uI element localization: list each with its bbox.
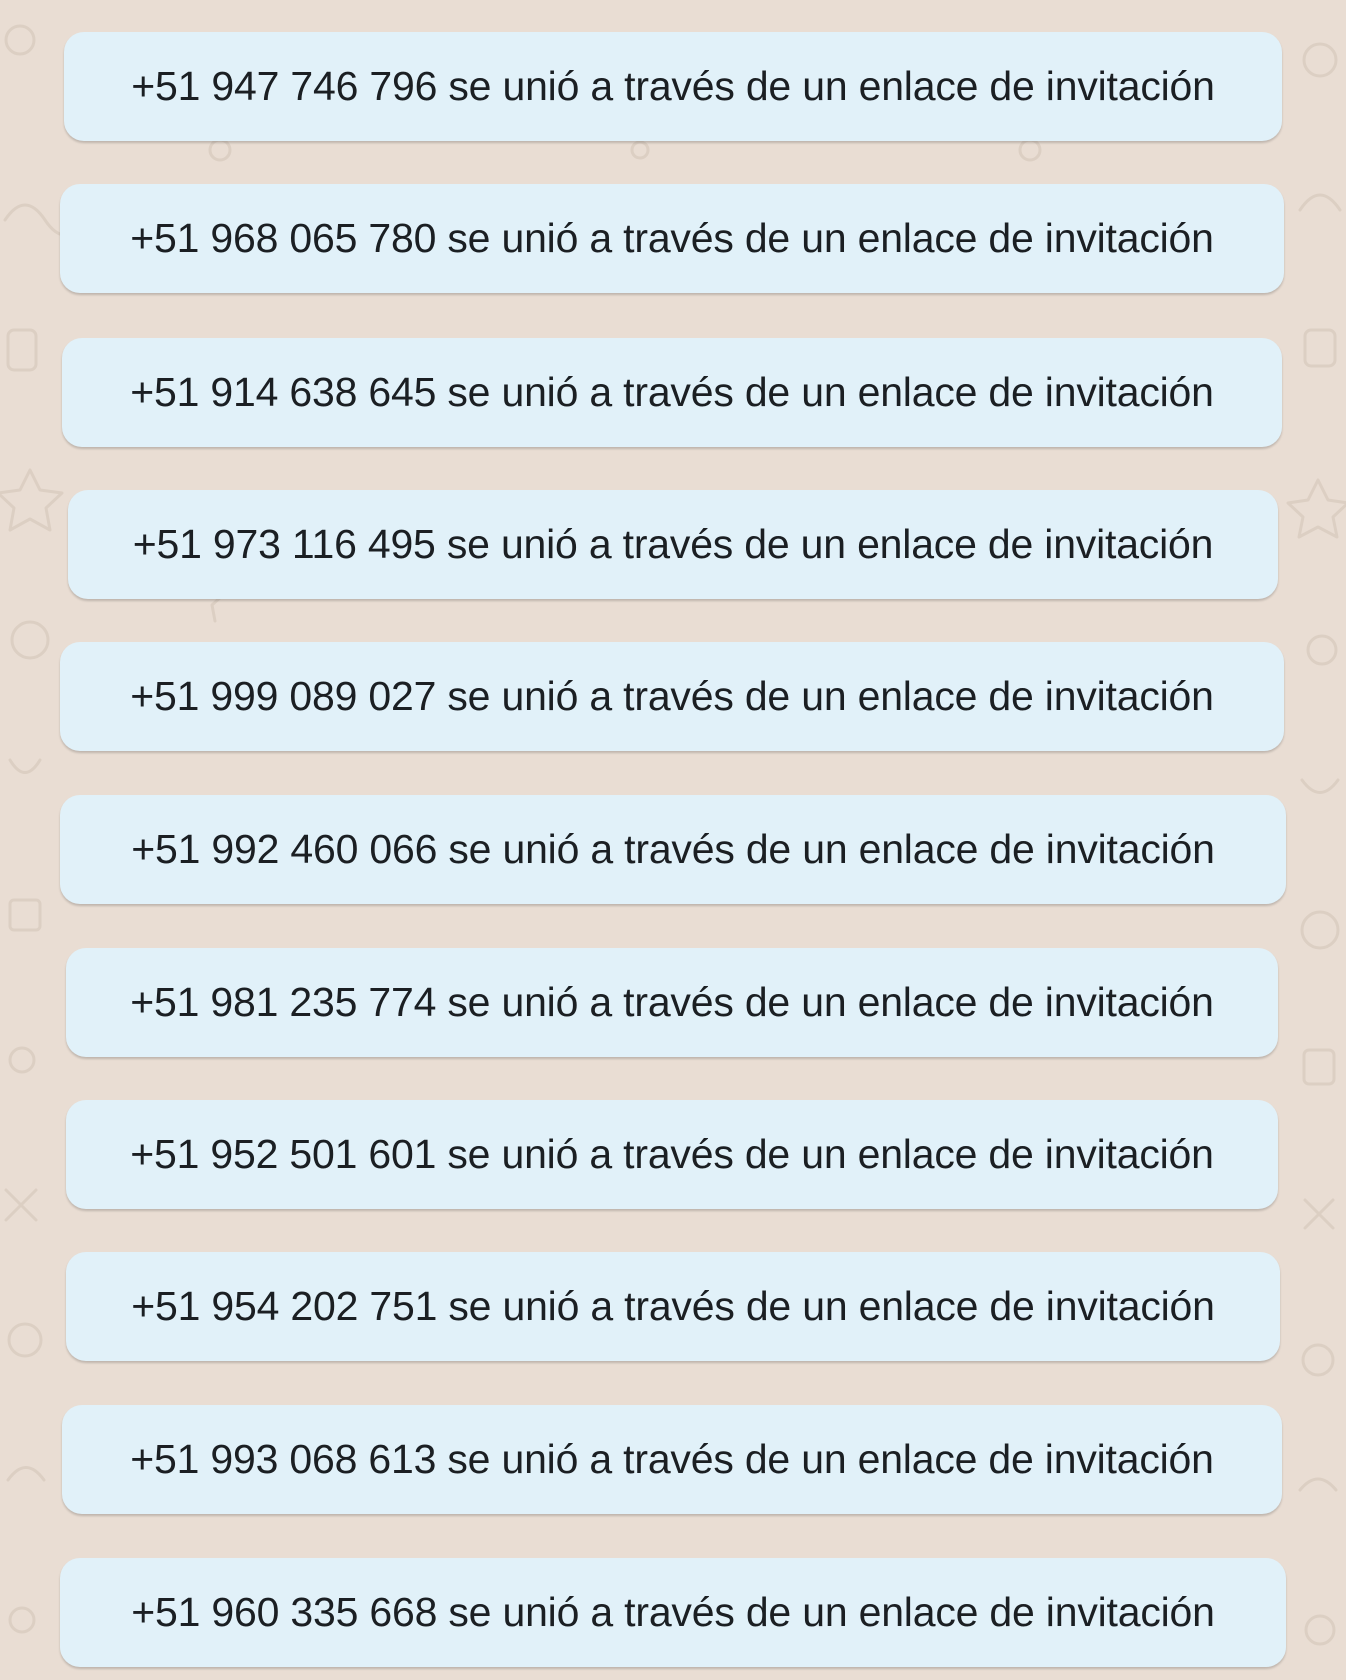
system-message-bubble: +51 981 235 774 se unió a través de un e… (66, 948, 1278, 1057)
system-message-text: +51 968 065 780 se unió a través de un e… (130, 215, 1214, 261)
system-message-bubble: +51 999 089 027 se unió a través de un e… (60, 642, 1284, 751)
chat-message-list[interactable]: +51 947 746 796 se unió a través de un e… (0, 0, 1346, 1680)
system-message-text: +51 993 068 613 se unió a través de un e… (130, 1436, 1214, 1482)
system-message-text: +51 914 638 645 se unió a través de un e… (130, 369, 1214, 415)
system-message-bubble: +51 960 335 668 se unió a través de un e… (60, 1558, 1286, 1667)
system-message-text: +51 992 460 066 se unió a través de un e… (131, 826, 1215, 872)
system-message-text: +51 960 335 668 se unió a través de un e… (131, 1589, 1215, 1635)
system-message-bubble: +51 993 068 613 se unió a través de un e… (62, 1405, 1282, 1514)
system-message-bubble: +51 914 638 645 se unió a través de un e… (62, 338, 1282, 447)
system-message-bubble: +51 992 460 066 se unió a través de un e… (60, 795, 1286, 904)
system-message-bubble: +51 947 746 796 se unió a través de un e… (64, 32, 1282, 141)
system-message-text: +51 999 089 027 se unió a través de un e… (130, 673, 1214, 719)
system-message-bubble: +51 968 065 780 se unió a través de un e… (60, 184, 1284, 293)
system-message-bubble: +51 952 501 601 se unió a través de un e… (66, 1100, 1278, 1209)
system-message-text: +51 981 235 774 se unió a través de un e… (130, 979, 1214, 1025)
system-message-text: +51 954 202 751 se unió a través de un e… (131, 1283, 1215, 1329)
system-message-text: +51 947 746 796 se unió a través de un e… (131, 63, 1215, 109)
system-message-bubble: +51 954 202 751 se unió a través de un e… (66, 1252, 1280, 1361)
system-message-bubble: +51 973 116 495 se unió a través de un e… (68, 490, 1278, 599)
system-message-text: +51 952 501 601 se unió a través de un e… (130, 1131, 1214, 1177)
system-message-text: +51 973 116 495 se unió a través de un e… (132, 521, 1214, 567)
